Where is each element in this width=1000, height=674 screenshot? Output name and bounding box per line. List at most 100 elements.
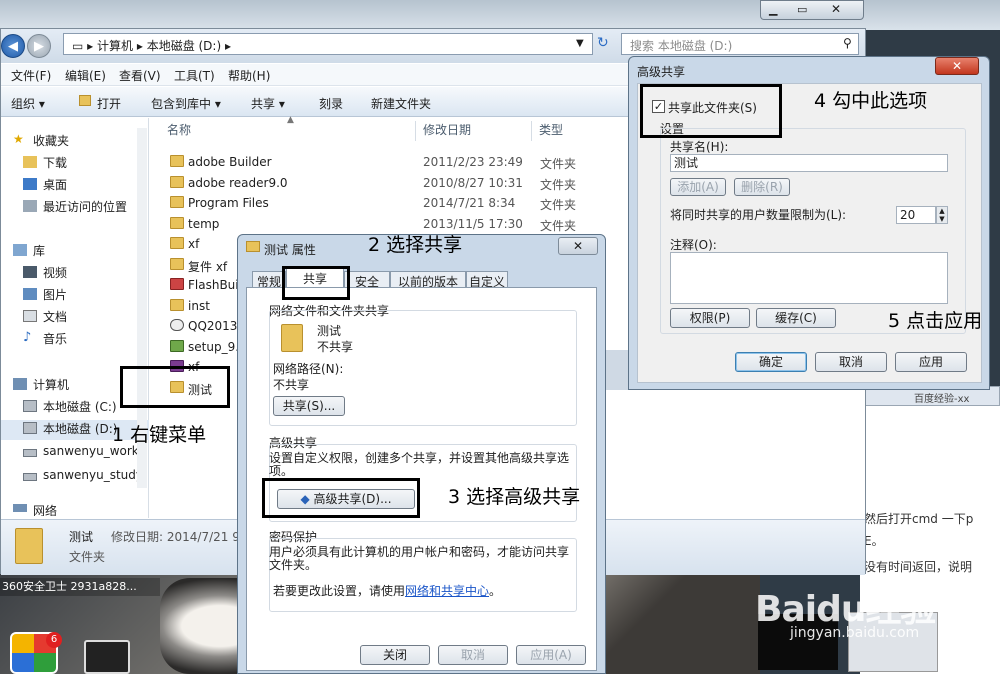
taskbar-app-icon[interactable] xyxy=(84,640,130,674)
apply-button[interactable]: 应用 xyxy=(895,352,967,372)
apply-button[interactable]: 应用(A) xyxy=(516,645,586,665)
folder-name: 测试 xyxy=(317,324,342,338)
sidebar-item-videos[interactable]: 视频 xyxy=(1,264,149,284)
caching-button[interactable]: 缓存(C) xyxy=(756,308,836,328)
sidebar-label: 计算机 xyxy=(33,378,70,392)
column-date[interactable]: 修改日期 xyxy=(423,121,471,143)
list-item[interactable]: Program Files 2014/7/21 8:34 文件夹 xyxy=(166,194,596,214)
refresh-icon[interactable]: ↻ xyxy=(597,35,609,51)
list-item[interactable]: FlashBuil xyxy=(166,276,238,296)
sidebar-label: 网络 xyxy=(33,504,58,516)
sidebar-network[interactable]: 网络 xyxy=(1,502,149,516)
sidebar-item-desktop[interactable]: 桌面 xyxy=(1,176,149,196)
back-arrow-icon[interactable]: ◀ xyxy=(1,34,25,58)
burn-button[interactable]: 刻录 xyxy=(319,95,343,112)
sidebar-item-recent[interactable]: 最近访问的位置 xyxy=(1,198,149,218)
flash-builder-icon xyxy=(170,278,184,290)
user-limit-input[interactable]: 20 xyxy=(896,206,936,224)
share-button[interactable]: 共享(S)... xyxy=(273,396,345,416)
sidebar-item-documents[interactable]: 文档 xyxy=(1,308,149,328)
password-change-line: 若要更改此设置，请使用网络和共享中心。 xyxy=(273,582,501,599)
organize-button[interactable]: 组织 ▾ xyxy=(11,95,45,112)
file-name: 复件 xf xyxy=(188,260,228,274)
comment-textarea[interactable] xyxy=(670,252,948,304)
menu-help[interactable]: 帮助(H) xyxy=(228,67,270,84)
close-button[interactable]: ✕ xyxy=(935,57,979,75)
cancel-button[interactable]: 取消 xyxy=(438,645,508,665)
list-item[interactable]: xf xyxy=(166,235,236,255)
sidebar-label: 本地磁盘 (C:) xyxy=(43,400,117,414)
close-icon[interactable]: ✕ xyxy=(831,2,841,16)
file-type: 文件夹 xyxy=(540,219,577,233)
column-type[interactable]: 类型 xyxy=(539,121,563,143)
file-name: FlashBuil xyxy=(188,278,238,292)
menu-edit[interactable]: 编辑(E) xyxy=(65,67,106,84)
file-type: 文件夹 xyxy=(540,198,577,212)
sidebar-label: sanwenyu_study xyxy=(43,468,144,482)
permissions-button[interactable]: 权限(P) xyxy=(670,308,750,328)
breadcrumb-drive[interactable]: 本地磁盘 (D:) xyxy=(147,39,221,53)
user-limit-spinner[interactable]: ▲ ▼ xyxy=(936,206,948,224)
sidebar-item-network-drive[interactable]: sanwenyu_study xyxy=(1,468,149,488)
address-dropdown-icon[interactable]: ▼ xyxy=(576,38,584,49)
menu-view[interactable]: 查看(V) xyxy=(119,67,161,84)
list-item[interactable]: adobe reader9.0 2010/8/27 10:31 文件夹 xyxy=(166,174,596,194)
file-name: setup_9.. xyxy=(188,340,238,354)
sidebar-libraries[interactable]: 库 xyxy=(1,242,149,262)
sidebar-label: 最近访问的位置 xyxy=(43,200,128,214)
sidebar-label: 视频 xyxy=(43,266,68,280)
cancel-button[interactable]: 取消 xyxy=(815,352,887,372)
list-item[interactable]: setup_9.. xyxy=(166,338,238,358)
browser-text-line: 然后打开cmd 一下p xyxy=(864,512,974,526)
sidebar-item-network-drive[interactable]: sanwenyu_work xyxy=(1,444,149,464)
sidebar-item-pictures[interactable]: 图片 xyxy=(1,286,149,306)
folder-icon xyxy=(246,241,260,252)
minimize-icon[interactable]: ▁ xyxy=(769,3,777,16)
remove-share-button[interactable]: 删除(R) xyxy=(734,178,790,196)
sidebar-favorites[interactable]: ★ 收藏夹 xyxy=(1,132,149,152)
close-button[interactable]: ✕ xyxy=(558,237,598,255)
library-icon xyxy=(13,244,27,256)
file-name: temp xyxy=(188,217,220,231)
search-icon[interactable]: ⚲ xyxy=(843,36,852,50)
annotation-step1: 1 右键菜单 xyxy=(112,424,207,446)
sidebar-item-music[interactable]: ♪ 音乐 xyxy=(1,330,149,350)
user-limit-label: 将同时共享的用户数量限制为(L): xyxy=(670,208,847,222)
list-item[interactable]: 复件 xf xyxy=(166,256,236,276)
address-field[interactable]: ▭ ▸ 计算机 ▸ 本地磁盘 (D:) ▸ xyxy=(63,33,593,55)
file-date: 2013/11/5 17:30 xyxy=(423,217,523,231)
browser-text-line: E。 xyxy=(864,534,884,548)
forward-arrow-icon[interactable]: ▶ xyxy=(27,34,51,58)
include-in-library-button[interactable]: 包含到库中 ▾ xyxy=(151,95,221,112)
menu-file[interactable]: 文件(F) xyxy=(11,67,51,84)
share-name-input[interactable]: 测试 xyxy=(670,154,948,172)
annotation-step3: 3 选择高级共享 xyxy=(448,486,581,508)
share-with-button[interactable]: 共享 ▾ xyxy=(251,95,285,112)
ok-button[interactable]: 确定 xyxy=(735,352,807,372)
list-item[interactable]: adobe Builder 2011/2/23 23:49 文件夹 xyxy=(166,153,596,173)
network-sharing-center-link[interactable]: 网络和共享中心 xyxy=(405,584,489,598)
baidu-watermark-url: jingyan.baidu.com xyxy=(790,625,920,641)
password-change-text: 若要更改此设置，请使用 xyxy=(273,584,406,598)
close-dialog-button[interactable]: 关闭 xyxy=(360,645,430,665)
add-share-button[interactable]: 添加(A) xyxy=(670,178,726,196)
search-input[interactable]: 搜索 本地磁盘 (D:) xyxy=(621,33,859,55)
new-folder-button[interactable]: 新建文件夹 xyxy=(371,95,431,112)
list-item[interactable]: inst xyxy=(166,297,236,317)
breadcrumb-computer[interactable]: 计算机 xyxy=(97,39,133,53)
column-divider xyxy=(415,121,416,141)
sidebar-label: 收藏夹 xyxy=(33,134,70,148)
annotation-step4: 4 勾中此选项 xyxy=(814,90,928,112)
file-date: 2011/2/23 23:49 xyxy=(423,155,523,169)
column-name[interactable]: 名称 xyxy=(167,121,191,143)
file-name: Program Files xyxy=(188,196,269,210)
folder-icon xyxy=(170,155,184,167)
maximize-icon[interactable]: ▭ xyxy=(797,3,807,16)
sidebar-item-downloads[interactable]: 下载 xyxy=(1,154,149,174)
list-item[interactable]: QQ2013 xyxy=(166,317,238,337)
folder-icon xyxy=(170,196,184,208)
menu-tools[interactable]: 工具(T) xyxy=(174,67,215,84)
desktop-icon xyxy=(23,178,37,190)
open-button[interactable]: 打开 xyxy=(97,95,121,112)
folder-icon xyxy=(170,237,184,249)
